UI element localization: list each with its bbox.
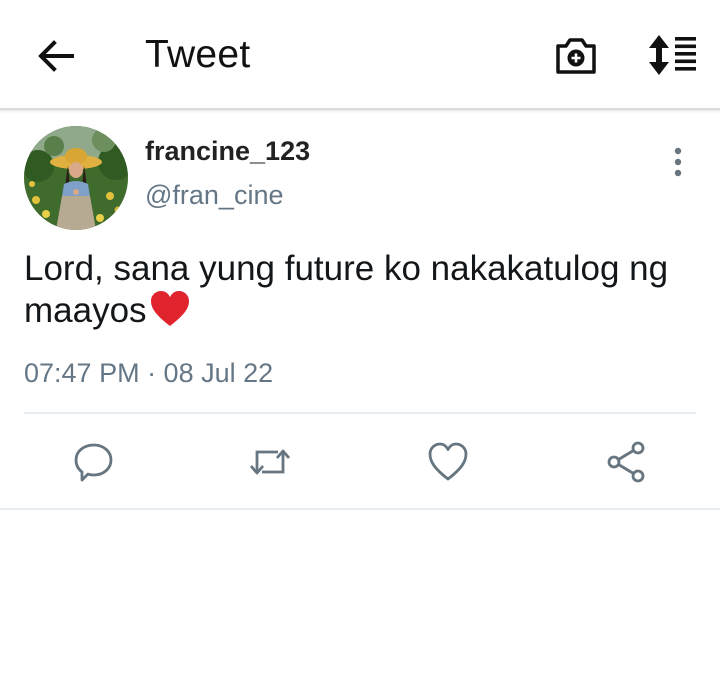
sort-list-icon — [649, 35, 696, 75]
camera-plus-icon — [556, 38, 596, 74]
tweet-card: francine_123 @fran_cine Lord, sana yung … — [0, 112, 720, 510]
reply-button[interactable] — [72, 440, 116, 484]
red-heart-emoji — [150, 291, 189, 326]
retweet-button[interactable] — [248, 440, 292, 484]
avatar[interactable] — [24, 126, 128, 230]
sort-button[interactable] — [646, 34, 698, 76]
share-button[interactable] — [604, 440, 648, 484]
display-name[interactable]: francine_123 — [145, 136, 310, 167]
camera-button[interactable] — [554, 34, 598, 76]
page-title: Tweet — [145, 33, 251, 76]
tweet-timestamp: 07:47 PM · 08 Jul 22 — [24, 358, 274, 388]
share-icon — [607, 441, 645, 483]
divider — [24, 412, 696, 414]
tweet-text-content: Lord, sana yung future ko nakakatulog ng… — [24, 249, 669, 330]
more-vertical-icon — [674, 147, 682, 177]
user-handle[interactable]: @fran_cine — [145, 180, 283, 211]
back-button[interactable] — [34, 34, 78, 78]
more-options-button[interactable] — [664, 146, 692, 180]
arrow-left-icon — [38, 40, 74, 72]
like-button[interactable] — [426, 440, 470, 484]
retweet-icon — [249, 449, 291, 475]
top-app-bar: Tweet — [0, 0, 720, 110]
profile-photo-image — [24, 126, 128, 230]
tweet-text: Lord, sana yung future ko nakakatulog ng… — [24, 248, 704, 332]
like-icon — [428, 442, 468, 481]
reply-icon — [74, 443, 113, 482]
